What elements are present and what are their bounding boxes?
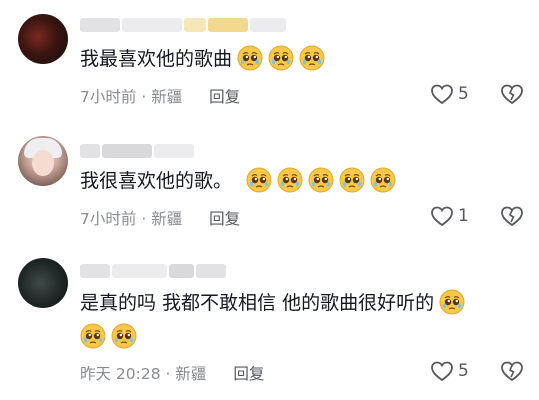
like-count: 5 xyxy=(458,84,469,104)
pleading-face-emoji xyxy=(268,45,294,71)
like-button[interactable]: 1 xyxy=(430,205,469,227)
heart-icon xyxy=(430,205,454,227)
meta-separator: · xyxy=(141,88,147,106)
pleading-face-emoji xyxy=(370,167,396,193)
comment-meta: 7小时前 · 新疆 回复 xyxy=(80,85,240,107)
pleading-face-emoji xyxy=(299,45,325,71)
avatar[interactable] xyxy=(18,14,68,64)
avatar[interactable] xyxy=(18,136,68,186)
broken-heart-icon xyxy=(500,205,524,227)
comment-text: 我最喜欢他的歌曲 xyxy=(80,43,325,75)
pleading-face-emoji xyxy=(111,323,137,349)
username-redacted[interactable] xyxy=(80,14,288,32)
comment-location: 新疆 xyxy=(151,210,183,228)
broken-heart-icon xyxy=(500,83,524,105)
heart-icon xyxy=(430,83,454,105)
comment-time: 昨天 20:28 xyxy=(80,365,161,383)
comment-meta: 昨天 20:28 · 新疆 回复 xyxy=(80,362,264,384)
pleading-face-emoji xyxy=(80,323,106,349)
comment-text-body: 我最喜欢他的歌曲 xyxy=(80,48,233,70)
reply-button[interactable]: 回复 xyxy=(233,365,264,383)
comment-emoji-line xyxy=(75,321,137,353)
avatar[interactable] xyxy=(18,258,68,308)
pleading-face-emoji xyxy=(339,167,365,193)
broken-heart-icon xyxy=(500,360,524,382)
pleading-face-emoji xyxy=(246,167,272,193)
dislike-button[interactable] xyxy=(500,83,524,109)
comment-location: 新疆 xyxy=(151,88,183,106)
dislike-button[interactable] xyxy=(500,360,524,386)
like-button[interactable]: 5 xyxy=(430,83,469,105)
reply-button[interactable]: 回复 xyxy=(209,210,240,228)
pleading-face-emoji xyxy=(277,167,303,193)
meta-separator: · xyxy=(165,365,171,383)
heart-icon xyxy=(430,360,454,382)
pleading-face-emoji xyxy=(308,167,334,193)
dislike-button[interactable] xyxy=(500,205,524,231)
pleading-face-emoji xyxy=(237,45,263,71)
comment-text: 是真的吗 我都不敢相信 他的歌曲很好听的 xyxy=(80,287,465,319)
like-button[interactable]: 5 xyxy=(430,360,469,382)
comment-text-body: 是真的吗 我都不敢相信 他的歌曲很好听的 xyxy=(80,292,435,314)
comment-time: 7小时前 xyxy=(80,88,137,106)
comment-text: 我很喜欢他的歌。 xyxy=(80,165,396,197)
reply-button[interactable]: 回复 xyxy=(209,88,240,106)
comment-location: 新疆 xyxy=(175,365,207,383)
meta-separator: · xyxy=(141,210,147,228)
username-redacted[interactable] xyxy=(80,140,196,158)
pleading-face-emoji xyxy=(439,289,465,315)
like-count: 1 xyxy=(458,206,469,226)
comment-meta: 7小时前 · 新疆 回复 xyxy=(80,207,240,229)
comment-time: 7小时前 xyxy=(80,210,137,228)
username-redacted[interactable] xyxy=(80,260,228,278)
like-count: 5 xyxy=(458,361,469,381)
comment-text-body: 我很喜欢他的歌。 xyxy=(80,170,233,192)
